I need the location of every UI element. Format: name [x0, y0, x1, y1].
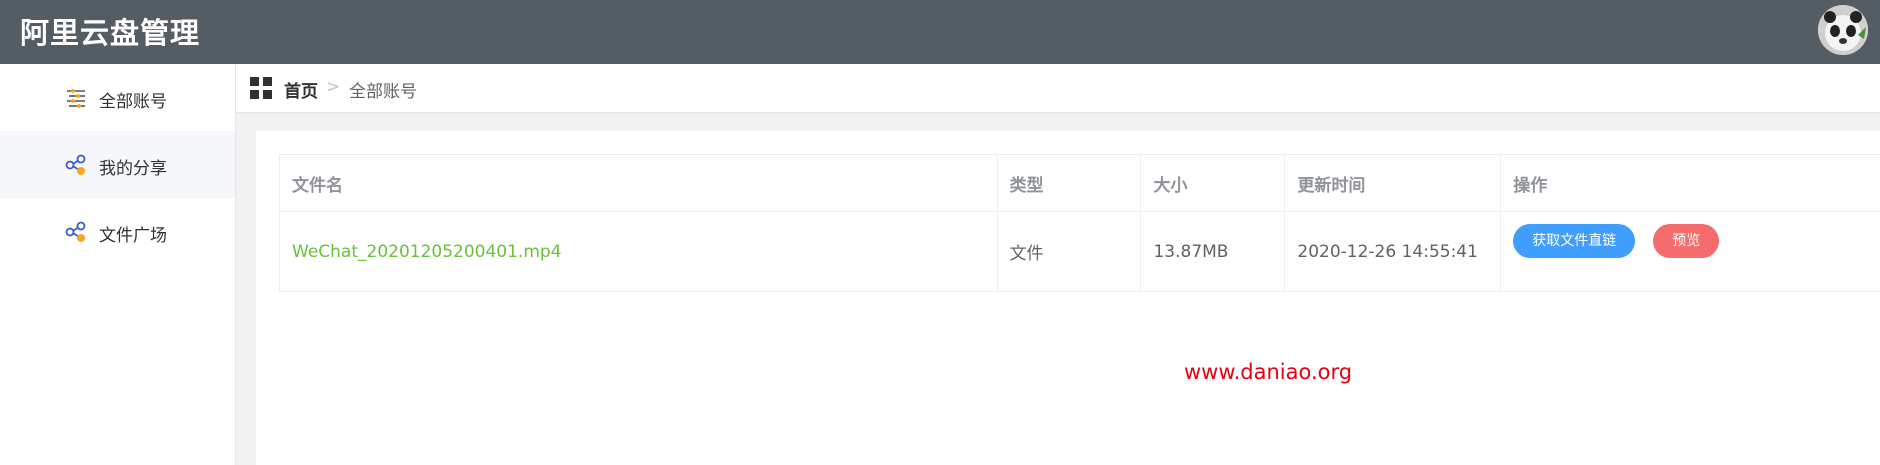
sidebar-item-label: 文件广场: [99, 226, 167, 246]
cell-size: 13.87MB: [1141, 212, 1286, 292]
avatar[interactable]: [1818, 5, 1868, 55]
breadcrumb: 首页 > 全部账号: [236, 64, 1880, 113]
file-name-link[interactable]: WeChat_20201205200401.mp4: [292, 242, 562, 262]
breadcrumb-home[interactable]: 首页: [284, 77, 318, 102]
sidebar-item-file-square[interactable]: 文件广场: [0, 198, 235, 265]
share-icon: [64, 220, 88, 244]
watermark: www.daniao.org: [1184, 360, 1353, 384]
column-header-actions: 操作: [1501, 155, 1880, 212]
sidebar-item-label: 我的分享: [99, 159, 167, 179]
cell-filename: WeChat_20201205200401.mp4: [280, 212, 998, 292]
app-title: 阿里云盘管理: [20, 16, 201, 50]
breadcrumb-separator: >: [326, 77, 341, 97]
sidebar-item-all-accounts[interactable]: 全部账号: [0, 64, 235, 131]
sidebar-item-label: 全部账号: [99, 92, 167, 112]
cell-updated: 2020-12-26 14:55:41: [1285, 212, 1502, 292]
preview-button[interactable]: 预览: [1653, 224, 1720, 258]
file-table: 文件名 类型 大小 更新时间 操作 WeChat_20201205200401.…: [279, 154, 1880, 292]
top-header: 阿里云盘管理: [0, 0, 1880, 64]
grid-icon: [249, 76, 273, 100]
content-panel: 文件名 类型 大小 更新时间 操作 WeChat_20201205200401.…: [256, 131, 1880, 465]
panda-avatar-icon: [1818, 5, 1868, 55]
breadcrumb-current: 全部账号: [349, 82, 417, 102]
table-header-row: 文件名 类型 大小 更新时间 操作: [280, 155, 1880, 212]
cell-actions: 获取文件直链 预览: [1501, 212, 1880, 292]
column-header-updated: 更新时间: [1285, 155, 1502, 212]
table-row: WeChat_20201205200401.mp4 文件 13.87MB 202…: [280, 212, 1880, 292]
get-direct-link-button[interactable]: 获取文件直链: [1513, 224, 1636, 258]
list-settings-icon: [64, 86, 88, 110]
main-content: 首页 > 全部账号 文件名 类型 大小 更新时间 操作 WeChat_20201…: [236, 64, 1880, 465]
sidebar: 全部账号 我的分享 文件广场: [0, 64, 236, 465]
column-header-size: 大小: [1141, 155, 1286, 212]
share-icon: [64, 153, 88, 177]
cell-type: 文件: [997, 212, 1142, 292]
column-header-filename: 文件名: [280, 155, 998, 212]
sidebar-item-my-shares[interactable]: 我的分享: [0, 131, 235, 198]
column-header-type: 类型: [997, 155, 1142, 212]
